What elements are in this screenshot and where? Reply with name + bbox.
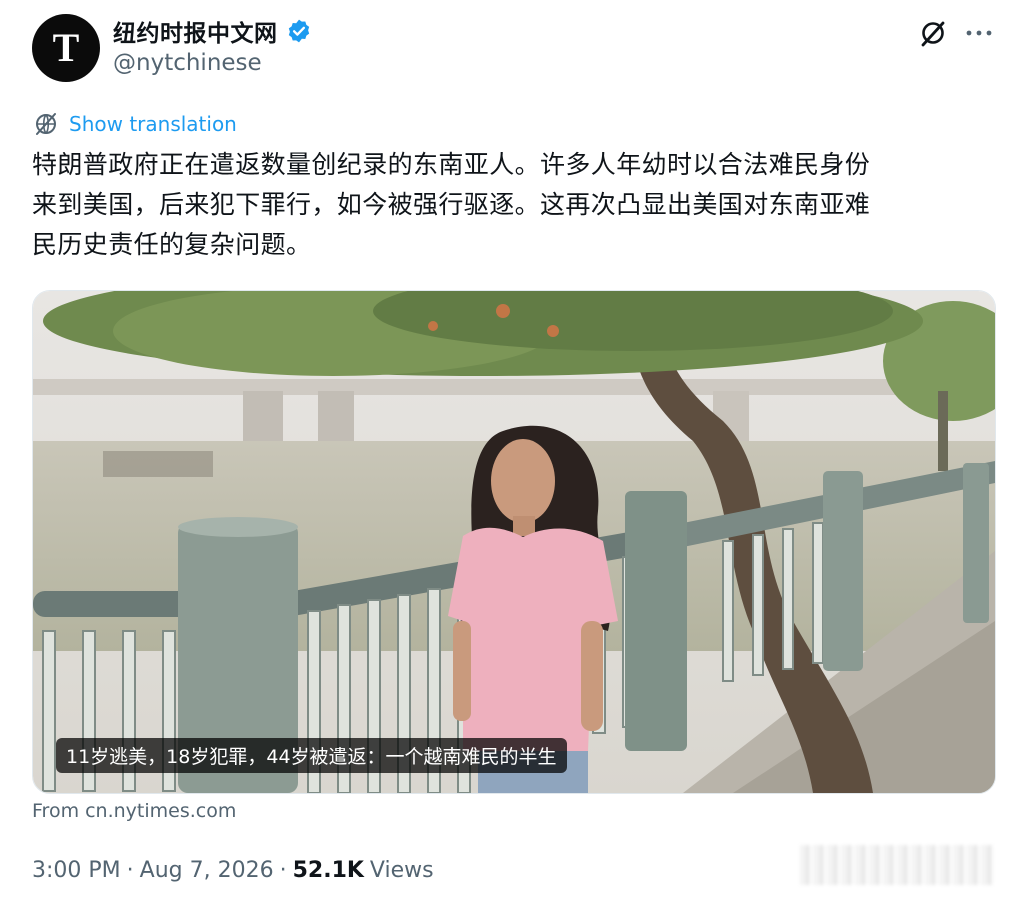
tweet-text-line: 来到美国，后来犯下罪行，如今被强行驱逐。这再次凸显出美国对东南亚难 xyxy=(32,190,871,219)
link-source[interactable]: From cn.nytimes.com xyxy=(32,800,236,822)
views-count: 52.1K xyxy=(292,858,364,883)
tweet-text: 特朗普政府正在遣返数量创纪录的东南亚人。许多人年幼时以合法难民身份 来到美国，后… xyxy=(32,145,992,265)
watermark-blur xyxy=(800,845,994,885)
meta-separator: · xyxy=(279,858,287,883)
views-label: Views xyxy=(369,858,434,883)
verified-badge-icon xyxy=(288,19,309,43)
grok-icon[interactable] xyxy=(918,18,948,48)
display-name[interactable]: 纽约时报中文网 xyxy=(113,14,278,48)
link-card-title[interactable]: 11岁逃美，18岁犯罪，44岁被遣返：一个越南难民的半生 xyxy=(56,738,567,773)
show-translation-button[interactable]: Show translation xyxy=(33,111,237,137)
meta-separator: · xyxy=(126,858,134,883)
user-handle[interactable]: @nytchinese xyxy=(113,50,262,76)
tweet-text-line: 特朗普政府正在遣返数量创纪录的东南亚人。许多人年幼时以合法难民身份 xyxy=(32,150,871,179)
globe-icon xyxy=(36,113,56,135)
show-translation-label: Show translation xyxy=(69,112,237,136)
link-card-image[interactable] xyxy=(32,290,996,794)
tweet-time[interactable]: 3:00 PM xyxy=(32,858,121,883)
svg-text:T: T xyxy=(53,25,80,70)
article-photo xyxy=(33,291,995,793)
tweet-date[interactable]: Aug 7, 2026 xyxy=(140,858,274,883)
nyt-logo-icon: T xyxy=(53,25,80,70)
avatar[interactable]: T xyxy=(32,14,100,82)
more-icon[interactable] xyxy=(962,20,996,46)
tweet-meta: 3:00 PM · Aug 7, 2026 · 52.1K Views xyxy=(32,858,434,883)
tweet-text-line: 民历史责任的复杂问题。 xyxy=(32,230,312,259)
display-name-row: 纽约时报中文网 xyxy=(113,14,312,48)
